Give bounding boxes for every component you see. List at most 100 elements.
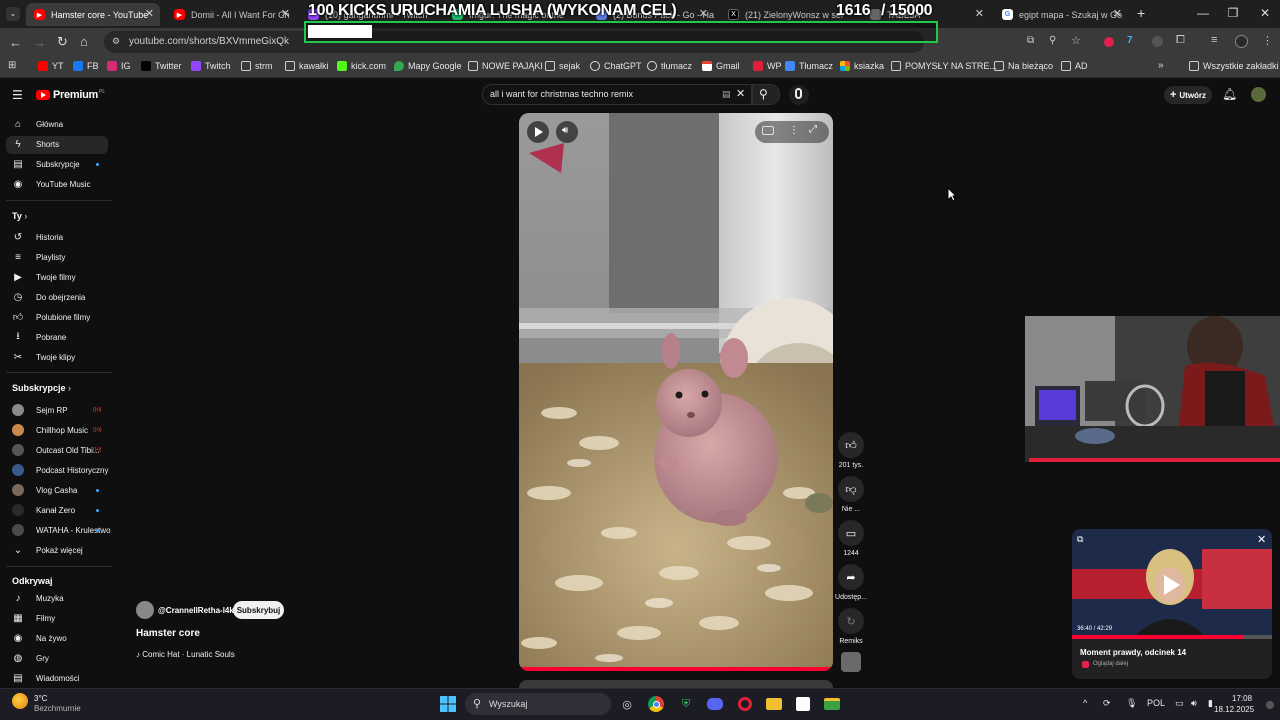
sidebar-item[interactable]: ▦ Filmy bbox=[12, 612, 55, 624]
tray-mic-icon[interactable]: 🎙︎ bbox=[1126, 698, 1137, 709]
sidebar-item[interactable]: ϟ Shorts bbox=[12, 138, 59, 150]
site-info-icon[interactable]: ⚙ bbox=[112, 36, 120, 47]
extension-2-icon[interactable] bbox=[1152, 36, 1163, 47]
bookmark-item[interactable]: NOWE PAJĄKI bbox=[468, 61, 543, 71]
miniplayer-close-icon[interactable]: ✕ bbox=[1257, 533, 1266, 546]
bookmark-item[interactable]: strm bbox=[241, 61, 273, 71]
sidebar-item[interactable]: ◍ Gry bbox=[12, 652, 49, 664]
bookmark-item[interactable]: FB bbox=[73, 61, 99, 71]
mini-player[interactable]: ⧉ ✕ 36:40 / 42:29 Moment prawdy, odcinek… bbox=[1072, 529, 1272, 679]
zoom-icon[interactable]: ⚲ bbox=[1049, 35, 1056, 46]
miniplayer-title[interactable]: Moment prawdy, odcinek 14 bbox=[1080, 648, 1186, 657]
home-icon[interactable]: ⌂ bbox=[80, 34, 88, 49]
new-tab-icon[interactable]: + bbox=[1137, 5, 1145, 21]
opera-icon[interactable] bbox=[735, 694, 755, 714]
fullscreen-icon[interactable]: ⤢ bbox=[809, 124, 817, 135]
bookmark-item[interactable]: WP bbox=[753, 61, 782, 71]
sidebar-item[interactable]: 👍︎ Polubione filmy bbox=[12, 311, 90, 323]
like-action[interactable]: 👍︎ 201 tys. bbox=[838, 432, 864, 469]
sidebar-section-subscriptions[interactable]: Subskrypcje › bbox=[12, 383, 71, 393]
install-icon[interactable]: ⧉ bbox=[1027, 35, 1034, 46]
short-title[interactable]: Hamster core bbox=[136, 628, 200, 639]
close-tab-icon[interactable]: ✕ bbox=[699, 7, 708, 20]
taskbar-search-label[interactable]: Wyszukaj bbox=[489, 699, 527, 709]
minimize-icon[interactable]: — bbox=[1188, 6, 1218, 20]
store-icon[interactable] bbox=[793, 694, 813, 714]
miniplayer-expand-icon[interactable]: ⧉ bbox=[1077, 534, 1083, 545]
tab-youtube-active[interactable]: ▶ Hamster core - YouTube ✕ bbox=[26, 3, 160, 26]
clear-search-icon[interactable]: ✕ bbox=[736, 87, 745, 100]
taskbar-app-icon[interactable]: ◎ bbox=[617, 694, 637, 714]
close-tab-icon[interactable]: ✕ bbox=[1113, 7, 1122, 20]
keyboard-icon[interactable]: ▤ bbox=[722, 89, 731, 100]
start-windows-icon[interactable] bbox=[438, 694, 458, 714]
media-icon[interactable]: ≡ bbox=[1211, 34, 1217, 46]
short-video-player[interactable]: 🔊︎ ⋮ ⤢ bbox=[519, 113, 833, 671]
window-close-icon[interactable]: ✕ bbox=[1250, 6, 1280, 20]
sidebar-section-you[interactable]: Ty › bbox=[12, 211, 27, 221]
subscription-item[interactable]: Outcast Old Tibi... bbox=[12, 444, 100, 456]
remix-icon[interactable]: ↻ bbox=[838, 608, 864, 634]
sidebar-item[interactable]: ◉ Na żywo bbox=[12, 632, 67, 644]
discord-icon[interactable] bbox=[705, 694, 725, 714]
bookmark-item[interactable]: YT bbox=[38, 61, 64, 71]
bookmark-item[interactable]: Twitch bbox=[191, 61, 231, 71]
bookmark-item[interactable]: Tłumacz bbox=[785, 61, 833, 71]
hamburger-menu-icon[interactable]: ☰ bbox=[12, 88, 23, 102]
close-tab-icon[interactable]: ✕ bbox=[281, 7, 290, 20]
more-options-icon[interactable]: ⋮ bbox=[789, 125, 799, 136]
create-button[interactable]: + Utwórz bbox=[1164, 86, 1212, 104]
subscription-item[interactable]: Chillhop Music bbox=[12, 424, 88, 436]
clock-time[interactable]: 17:08 bbox=[1232, 694, 1252, 703]
tab-google[interactable]: G egipt mapa - Szukaj w Go ✕ bbox=[994, 3, 1128, 26]
bookmark-item[interactable]: Wszystkie zakładki bbox=[1189, 61, 1279, 71]
sound-thumbnail[interactable] bbox=[841, 652, 861, 672]
file-explorer-icon[interactable] bbox=[764, 694, 784, 714]
battery-icon[interactable]: ▮ bbox=[1208, 698, 1213, 709]
weather-temp[interactable]: 3°C bbox=[34, 694, 47, 703]
extensions-puzzle-icon[interactable]: ⧠ bbox=[1176, 34, 1185, 47]
language-indicator[interactable]: POL bbox=[1147, 698, 1165, 708]
bookmark-item[interactable]: kawałki bbox=[285, 61, 329, 71]
sidebar-section-explore[interactable]: Odkrywaj bbox=[12, 576, 53, 586]
reload-icon[interactable]: ↻ bbox=[57, 34, 68, 50]
sidebar-item[interactable]: ▤ Wiadomości bbox=[12, 672, 79, 684]
extension-icon[interactable]: 7 bbox=[1127, 35, 1133, 46]
channel-info[interactable]: @CrannellRetha-l4k bbox=[136, 601, 234, 619]
bookmark-item[interactable]: ksiazka bbox=[840, 61, 884, 71]
bookmark-item[interactable]: tłumacz bbox=[647, 61, 692, 71]
bookmark-item[interactable]: sejak bbox=[545, 61, 580, 71]
chrome-icon[interactable] bbox=[646, 694, 666, 714]
show-more-button[interactable]: ⌄ Pokaż więcej bbox=[12, 544, 83, 556]
bookmark-item[interactable]: POMYSŁY NA STRE... bbox=[891, 61, 997, 71]
miniplayer-play-icon[interactable] bbox=[1164, 575, 1180, 595]
search-query[interactable]: all i want for christmas techno remix bbox=[490, 89, 633, 99]
bookmark-item[interactable]: kick.com bbox=[337, 61, 386, 71]
notification-center-icon[interactable] bbox=[1266, 701, 1274, 709]
bookmark-item[interactable]: Twitter bbox=[141, 61, 182, 71]
weather-desc[interactable]: Bezchmurnie bbox=[34, 704, 81, 713]
comments-action[interactable]: ▭ 1244 bbox=[838, 520, 864, 557]
subscription-item[interactable]: Sejm RP bbox=[12, 404, 68, 416]
thumb-up-icon[interactable]: 👍︎ bbox=[838, 432, 864, 458]
sidebar-item[interactable]: ◉ YouTube Music bbox=[12, 178, 91, 190]
bookmark-item[interactable]: Gmail bbox=[702, 61, 740, 71]
bookmark-item[interactable]: ChatGPT bbox=[590, 61, 642, 71]
share-icon[interactable]: ➦ bbox=[838, 564, 864, 590]
channel-name[interactable]: @CrannellRetha-l4k bbox=[158, 606, 234, 615]
subscription-item[interactable]: Vlog Casha bbox=[12, 484, 77, 496]
channel-avatar[interactable] bbox=[136, 601, 154, 619]
record-extension-icon[interactable] bbox=[1104, 37, 1114, 47]
network-icon[interactable]: ▭ bbox=[1175, 698, 1184, 709]
bookmark-item[interactable]: Na bieżąco bbox=[994, 61, 1053, 71]
tab-youtube-2[interactable]: ▶ Domii - All I Want For Ch ✕ bbox=[166, 3, 296, 26]
apps-grid-icon[interactable]: ⊞ bbox=[8, 60, 16, 71]
subscribe-button[interactable]: Subskrybuj bbox=[233, 601, 284, 619]
sidebar-item[interactable]: ⭳ Pobrane bbox=[12, 331, 66, 343]
share-action[interactable]: ➦ Udostęp... bbox=[835, 564, 867, 601]
remix-action[interactable]: ↻ Remiks bbox=[838, 608, 864, 645]
sidebar-item[interactable]: ▤ Subskrypcje bbox=[12, 158, 79, 170]
dislike-action[interactable]: 👎︎ Nie ... bbox=[838, 476, 864, 513]
sidebar-item[interactable]: ≡ Playlisty bbox=[12, 251, 65, 263]
avatar[interactable] bbox=[1251, 87, 1266, 102]
